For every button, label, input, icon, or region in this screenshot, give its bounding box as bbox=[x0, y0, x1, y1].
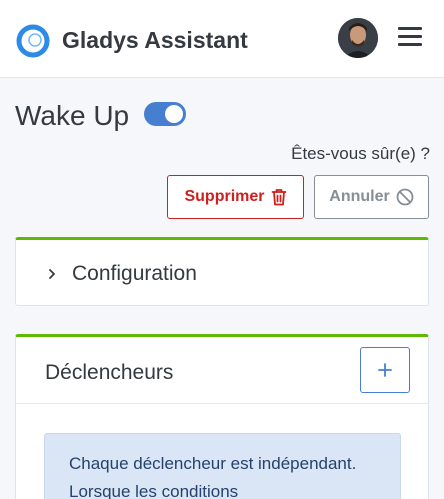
gladys-logo-icon[interactable] bbox=[16, 24, 50, 58]
triggers-title: Déclencheurs bbox=[45, 361, 174, 384]
user-avatar[interactable] bbox=[338, 18, 378, 58]
card-divider bbox=[16, 403, 428, 404]
toggle-knob bbox=[165, 105, 183, 123]
hamburger-menu-icon[interactable] bbox=[398, 27, 422, 49]
delete-button-label: Supprimer bbox=[184, 188, 265, 205]
avatar-image bbox=[338, 18, 378, 58]
confirm-delete-text: Êtes-vous sûr(e) ? bbox=[291, 144, 430, 163]
cancel-button[interactable]: Annuler bbox=[314, 175, 429, 219]
add-trigger-button[interactable] bbox=[360, 347, 410, 393]
triggers-info-alert: Chaque déclencheur est indépendant. Lors… bbox=[44, 433, 401, 499]
plus-icon bbox=[378, 363, 392, 377]
triggers-card: Déclencheurs Chaque déclencheur est indé… bbox=[15, 334, 429, 499]
cancel-button-label: Annuler bbox=[329, 188, 390, 205]
chevron-right-icon bbox=[49, 269, 55, 279]
app-title[interactable]: Gladys Assistant bbox=[62, 27, 248, 54]
configuration-label: Configuration bbox=[72, 262, 197, 285]
ban-icon bbox=[396, 188, 414, 206]
trash-icon bbox=[271, 189, 286, 206]
scene-active-toggle[interactable] bbox=[144, 102, 186, 126]
delete-button[interactable]: Supprimer bbox=[167, 175, 304, 219]
scene-title: Wake Up bbox=[15, 100, 130, 131]
configuration-card[interactable]: Configuration bbox=[15, 237, 429, 306]
top-header: Gladys Assistant bbox=[0, 0, 444, 78]
